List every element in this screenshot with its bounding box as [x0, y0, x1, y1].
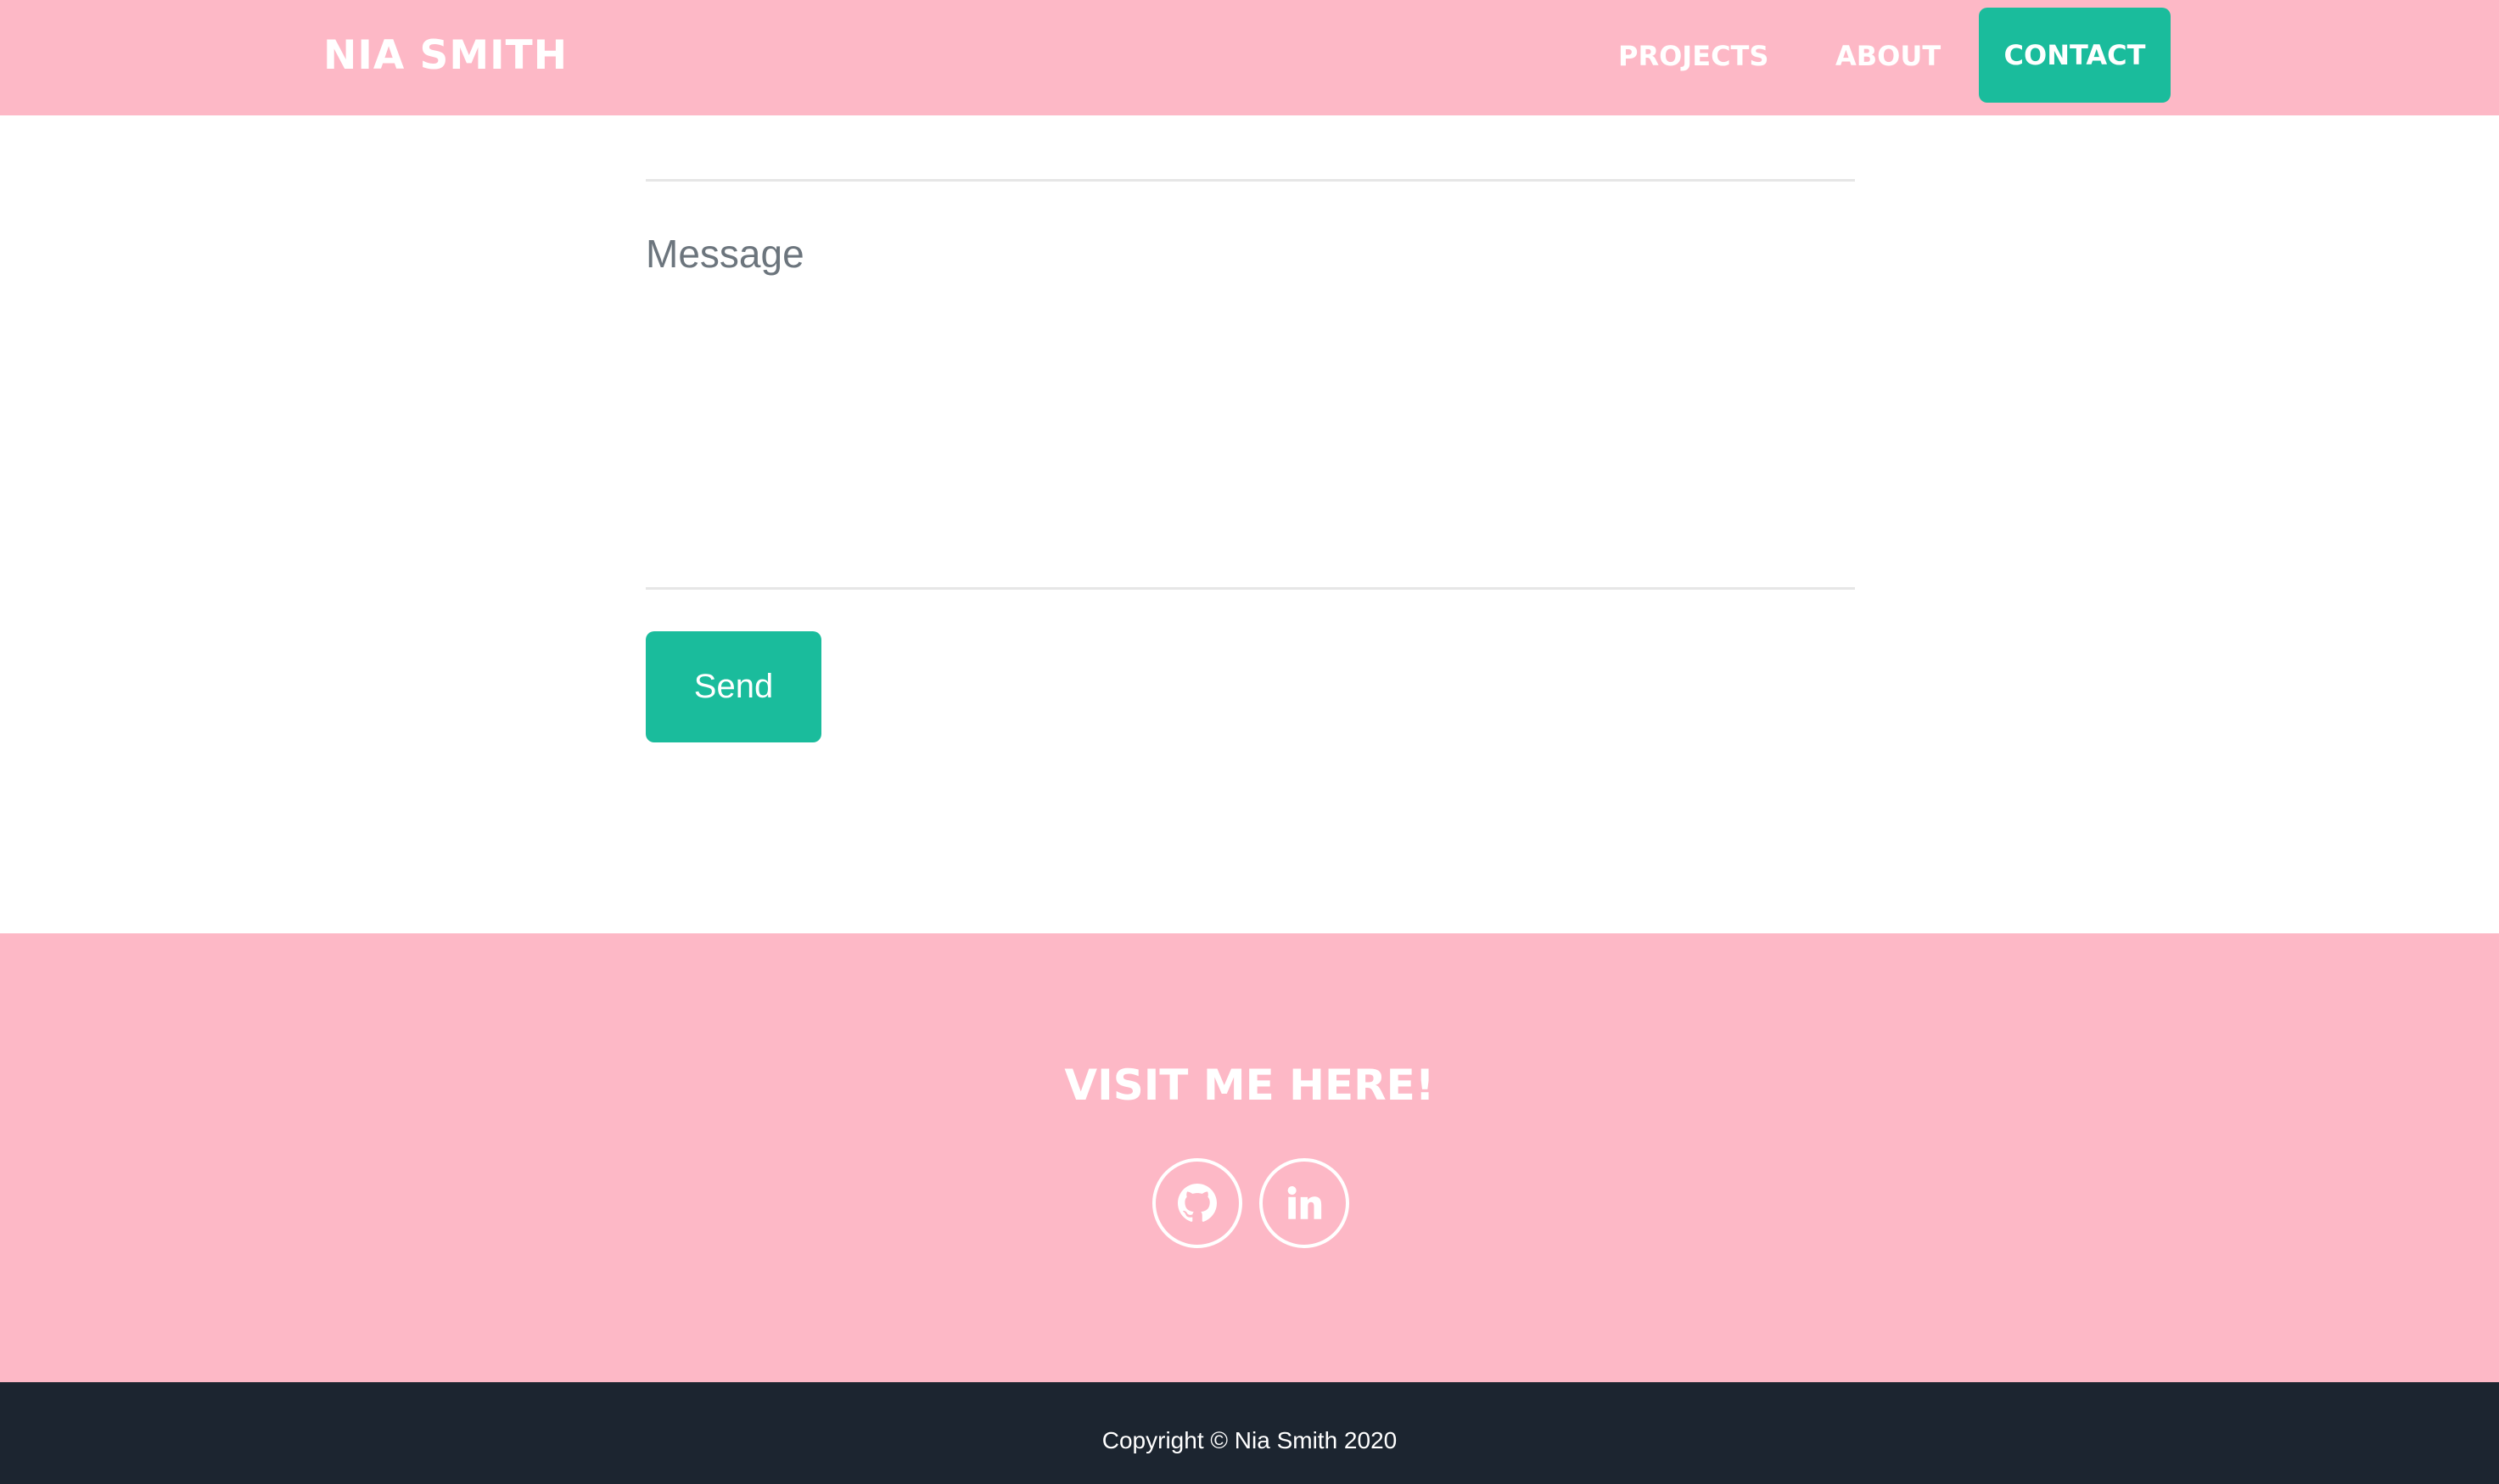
- linkedin-icon: [1287, 1186, 1322, 1219]
- nav-link-projects[interactable]: PROJECTS: [1618, 25, 1768, 87]
- navbar: NIA SMITH PROJECTS ABOUT CONTACT: [0, 0, 2499, 115]
- nav-link-about[interactable]: ABOUT: [1835, 25, 1941, 87]
- message-field-underline: [646, 587, 1855, 590]
- message-field[interactable]: [646, 231, 1855, 570]
- brand-logo[interactable]: NIA SMITH: [323, 25, 568, 87]
- copyright-text: Copyright © Nia Smith 2020: [1101, 1427, 1398, 1453]
- previous-field-underline: [646, 179, 1855, 182]
- footer-social-section: [0, 933, 2499, 1383]
- github-button[interactable]: [1152, 1158, 1242, 1248]
- send-button[interactable]: Send: [646, 631, 821, 742]
- github-icon: [1178, 1184, 1217, 1222]
- nav-link-contact[interactable]: CONTACT: [1979, 8, 2171, 103]
- footer-title: VISIT ME HERE!: [1064, 1061, 1435, 1110]
- linkedin-button[interactable]: [1259, 1158, 1349, 1248]
